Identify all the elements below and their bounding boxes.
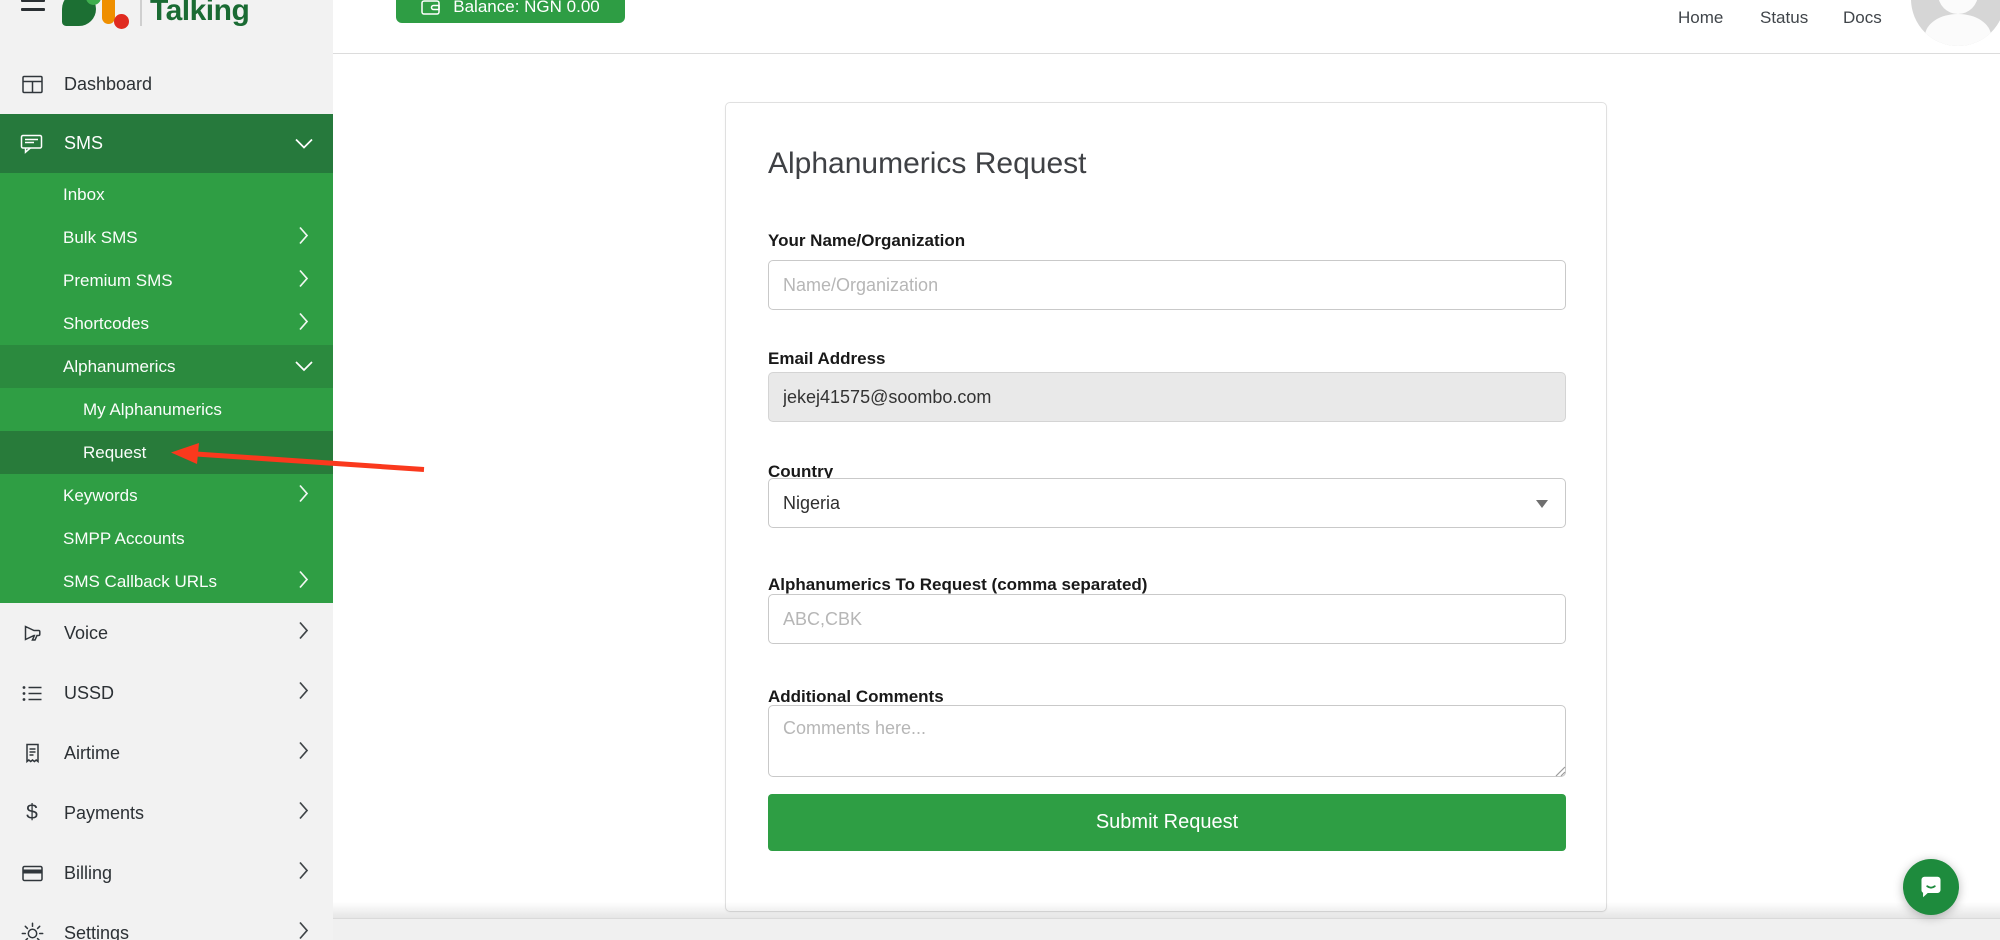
chevron-right-icon — [299, 484, 309, 507]
alphanumerics-input[interactable] — [768, 594, 1566, 644]
avatar-person-icon — [1938, 0, 1978, 14]
sidebar-item-ussd[interactable]: USSD — [0, 663, 333, 723]
brand-mark-icon — [62, 0, 134, 34]
brand-name: Talking — [150, 0, 249, 28]
footer-shadow — [333, 902, 2000, 918]
sidebar-item-premium-sms[interactable]: Premium SMS — [0, 259, 333, 302]
chevron-right-icon — [299, 622, 309, 645]
sidebar-item-settings[interactable]: Settings — [0, 903, 333, 940]
sidebar-item-label: Billing — [64, 863, 112, 884]
header-divider — [333, 53, 2000, 54]
submit-request-button[interactable]: Submit Request — [768, 794, 1566, 851]
email-label: Email Address — [768, 349, 885, 369]
dollar-icon: $ — [20, 801, 44, 825]
sidebar-item-label: SMS — [64, 133, 103, 154]
receipt-icon — [20, 741, 44, 765]
sidebar-item-keywords[interactable]: Keywords — [0, 474, 333, 517]
sidebar-item-label: Inbox — [63, 185, 105, 205]
sidebar-item-label: Shortcodes — [63, 314, 149, 334]
sidebar: Talking Dashboard SMS Inbox Bulk SMS — [0, 0, 333, 940]
chevron-right-icon — [299, 802, 309, 825]
chevron-right-icon — [299, 682, 309, 705]
sidebar-item-my-alphanumerics[interactable]: My Alphanumerics — [0, 388, 333, 431]
sidebar-item-bulk-sms[interactable]: Bulk SMS — [0, 216, 333, 259]
main-area: Balance: NGN 0.00 Home Status Docs Alpha… — [333, 0, 2000, 940]
sidebar-item-payments[interactable]: $ Payments — [0, 783, 333, 843]
chevron-down-icon — [1536, 500, 1548, 508]
sidebar-item-label: Voice — [64, 623, 108, 644]
sidebar-item-label: My Alphanumerics — [83, 400, 222, 420]
alphanumerics-label: Alphanumerics To Request (comma separate… — [768, 575, 1147, 595]
sidebar-item-label: Premium SMS — [63, 271, 173, 291]
resize-handle-icon[interactable] — [1554, 764, 1566, 776]
chat-widget-button[interactable] — [1903, 859, 1959, 915]
chevron-right-icon — [299, 862, 309, 885]
sidebar-item-label: SMS Callback URLs — [63, 572, 217, 592]
comments-label: Additional Comments — [768, 687, 944, 707]
brand-logo[interactable]: Talking — [62, 0, 249, 34]
balance-button[interactable]: Balance: NGN 0.00 — [396, 0, 625, 23]
name-label: Your Name/Organization — [768, 231, 965, 251]
sidebar-item-request[interactable]: Request — [0, 431, 333, 474]
page-title: Alphanumerics Request — [768, 147, 1087, 181]
sms-submenu: Inbox Bulk SMS Premium SMS Shortcodes Al… — [0, 173, 333, 603]
chat-bubble-icon — [1916, 873, 1946, 901]
chevron-right-icon — [299, 226, 309, 249]
menu-icon[interactable] — [21, 0, 45, 12]
chevron-right-icon — [299, 922, 309, 940]
dashboard-icon — [20, 72, 44, 96]
wallet-icon — [421, 0, 441, 16]
sidebar-item-voice[interactable]: Voice — [0, 603, 333, 663]
sidebar-item-dashboard[interactable]: Dashboard — [0, 54, 333, 114]
nav-docs[interactable]: Docs — [1843, 8, 1882, 28]
sidebar-item-alphanumerics[interactable]: Alphanumerics — [0, 345, 333, 388]
app-root: Talking Dashboard SMS Inbox Bulk SMS — [0, 0, 2000, 940]
sidebar-item-sms-callback-urls[interactable]: SMS Callback URLs — [0, 560, 333, 603]
sidebar-item-inbox[interactable]: Inbox — [0, 173, 333, 216]
sidebar-item-label: Keywords — [63, 486, 138, 506]
sidebar-item-airtime[interactable]: Airtime — [0, 723, 333, 783]
sidebar-item-label: Settings — [64, 923, 129, 940]
sms-chat-icon — [20, 132, 44, 156]
gear-icon — [20, 921, 44, 940]
nav-home[interactable]: Home — [1678, 8, 1723, 28]
sidebar-item-billing[interactable]: Billing — [0, 843, 333, 903]
sidebar-item-label: Dashboard — [64, 74, 152, 95]
sidebar-item-shortcodes[interactable]: Shortcodes — [0, 302, 333, 345]
name-input[interactable] — [768, 260, 1566, 310]
sidebar-item-sms[interactable]: SMS — [0, 114, 333, 173]
sidebar-item-label: Request — [83, 443, 146, 463]
chevron-down-icon — [295, 357, 313, 377]
alphanumerics-request-card: Alphanumerics Request Your Name/Organiza… — [725, 102, 1607, 912]
country-select[interactable]: Nigeria — [768, 478, 1566, 528]
balance-label: Balance: NGN 0.00 — [453, 0, 599, 17]
sidebar-item-label: USSD — [64, 683, 114, 704]
chevron-right-icon — [299, 312, 309, 335]
nav-status[interactable]: Status — [1760, 8, 1808, 28]
user-avatar[interactable] — [1911, 0, 2000, 46]
sidebar-item-label: SMPP Accounts — [63, 529, 185, 549]
megaphone-icon — [20, 621, 44, 645]
logo-divider — [140, 0, 142, 26]
footer-band — [333, 918, 2000, 940]
sidebar-item-label: Payments — [64, 803, 144, 824]
chevron-right-icon — [299, 570, 309, 593]
sidebar-item-label: Alphanumerics — [63, 357, 175, 377]
chevron-right-icon — [299, 269, 309, 292]
sidebar-item-smpp-accounts[interactable]: SMPP Accounts — [0, 517, 333, 560]
comments-textarea[interactable] — [768, 705, 1566, 777]
sidebar-item-label: Airtime — [64, 743, 120, 764]
email-field — [768, 372, 1566, 422]
sidebar-item-label: Bulk SMS — [63, 228, 138, 248]
chevron-down-icon — [295, 133, 313, 154]
list-icon — [20, 681, 44, 705]
chevron-right-icon — [299, 742, 309, 765]
credit-card-icon — [20, 861, 44, 885]
logo-row: Talking — [0, 0, 333, 54]
country-selected-value: Nigeria — [783, 493, 840, 514]
